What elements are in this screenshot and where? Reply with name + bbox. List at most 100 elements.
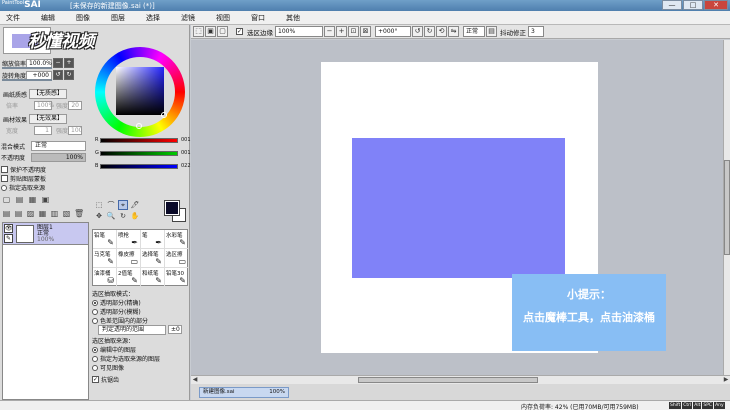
new-folder-icon[interactable]: ▦ — [28, 195, 37, 205]
transfer-layer-icon[interactable]: ▤ — [14, 209, 23, 219]
edit-lock-icon[interactable]: ✎ — [4, 234, 13, 243]
rotate-right-button[interactable]: ↻ — [64, 70, 74, 80]
blend-mode-select[interactable]: 正常 — [31, 141, 86, 151]
saturation-value-square[interactable] — [116, 67, 167, 118]
blue-value[interactable]: 022 — [181, 163, 191, 169]
antialias-checkbox[interactable]: ✓ — [92, 376, 99, 383]
source-radio-visible[interactable] — [92, 364, 98, 371]
merge-layer-icon[interactable]: ▨ — [26, 209, 35, 219]
red-slider[interactable] — [100, 137, 178, 143]
effect-width-field[interactable]: 1 — [34, 126, 52, 135]
deselect-icon[interactable]: ⬚ — [193, 26, 204, 37]
menu-select[interactable]: 选择 — [146, 11, 160, 24]
range-field[interactable]: ±0 — [168, 325, 182, 334]
visibility-icon[interactable]: 👁 — [4, 224, 13, 233]
source-radio-editing[interactable] — [92, 346, 98, 353]
brush-pencil[interactable]: 铅笔 ✎ — [93, 230, 117, 249]
zoom-out-button[interactable]: − — [53, 58, 63, 68]
layer-item[interactable]: 👁 ✎ 图层1 正常 100% — [3, 223, 88, 245]
stabilizer-select[interactable]: 3 — [528, 26, 544, 37]
maximize-button[interactable]: □ — [683, 0, 703, 10]
invert-select-icon[interactable]: ▣ — [205, 26, 216, 37]
apply-mask-icon[interactable]: ▧ — [62, 209, 71, 219]
paper-scale-field[interactable]: 100% — [34, 101, 54, 110]
brush-pencil-30[interactable]: 铅笔30 ✎ — [165, 268, 189, 287]
paper-strength-field[interactable]: 20 — [68, 101, 82, 110]
protect-opacity-option[interactable]: 保护不透明度 — [1, 165, 46, 174]
clear-layer-icon[interactable]: ▦ — [38, 209, 47, 219]
antialias-option[interactable]: ✓ 抗锯齿 — [92, 375, 189, 384]
selection-edge-checkbox[interactable]: ✓ — [236, 28, 243, 35]
hand-icon[interactable]: ✋ — [130, 211, 140, 221]
delete-layer-icon[interactable]: 🗑 — [74, 209, 84, 219]
document-tab[interactable]: 新建图像.sai 100% — [199, 387, 289, 398]
zoom-in-button[interactable]: + — [64, 58, 74, 68]
rotate-reset-icon[interactable]: ⟲ — [436, 26, 447, 37]
vertical-scrollbar[interactable] — [723, 40, 730, 375]
horizontal-scrollbar[interactable]: ◀ ▶ — [191, 375, 730, 384]
zoom-fit-icon[interactable]: ⊡ — [348, 26, 359, 37]
show-selection-icon[interactable]: ▢ — [217, 26, 228, 37]
zoom-reset-icon[interactable]: ⊠ — [360, 26, 371, 37]
lasso-icon[interactable]: ⌒ — [106, 200, 116, 210]
scroll-right-icon[interactable]: ▶ — [722, 376, 730, 384]
zoom-slider[interactable] — [2, 67, 52, 69]
vertical-scroll-thumb[interactable] — [724, 160, 730, 255]
scroll-left-icon[interactable]: ◀ — [191, 376, 199, 384]
horizontal-scroll-thumb[interactable] — [358, 377, 538, 383]
zoom-out-icon[interactable]: − — [324, 26, 335, 37]
minimize-button[interactable]: — — [662, 0, 682, 10]
menu-layer[interactable]: 图层 — [111, 11, 125, 24]
mode-option-fuzzy[interactable]: 透明部分(模糊) — [92, 307, 189, 316]
source-option-editing[interactable]: 编辑中的图层 — [92, 345, 189, 354]
zoom-in-icon[interactable]: + — [336, 26, 347, 37]
source-option-designated[interactable]: 指定为选取来源的图层 — [92, 354, 189, 363]
blend-select[interactable]: 正常 — [463, 26, 485, 37]
brush-effect-select[interactable]: 【无效果】 — [29, 114, 68, 124]
clipping-mask-option[interactable]: 剪贴图层蒙板 — [1, 174, 46, 183]
menu-window[interactable]: 窗口 — [251, 11, 265, 24]
zoom-select[interactable]: 100% — [275, 26, 323, 37]
new-linework-layer-icon[interactable]: ▤ — [15, 195, 24, 205]
rotate-icon[interactable]: ↻ — [118, 211, 128, 221]
zoom-icon[interactable]: 🔍 — [106, 211, 116, 221]
red-value[interactable]: 001 — [181, 137, 191, 143]
foreground-color-swatch[interactable] — [164, 200, 180, 216]
close-button[interactable]: ✕ — [704, 0, 728, 10]
selection-source-option[interactable]: 指定选取来源 — [1, 183, 46, 192]
protect-opacity-checkbox[interactable] — [1, 166, 8, 173]
rect-select-icon[interactable]: ⬚ — [94, 200, 104, 210]
mask-layer-icon[interactable]: ▥ — [50, 209, 59, 219]
menu-edit[interactable]: 编辑 — [41, 11, 55, 24]
selection-source-radio[interactable] — [1, 184, 7, 191]
source-radio-designated[interactable] — [92, 355, 98, 362]
copy-layer-icon[interactable]: ▤ — [2, 209, 11, 219]
brush-bucket[interactable]: 油漆桶 ⛁ — [93, 268, 117, 287]
green-slider[interactable] — [100, 150, 178, 156]
brush-binary[interactable]: 2值笔 ✎ — [117, 268, 141, 287]
menu-other[interactable]: 其他 — [286, 11, 300, 24]
source-option-visible[interactable]: 可见图像 — [92, 363, 189, 372]
blue-slider[interactable] — [100, 163, 178, 169]
rotate-left-icon[interactable]: ↺ — [412, 26, 423, 37]
mode-option-precise[interactable]: 透明部分(精确) — [92, 298, 189, 307]
green-value[interactable]: 001 — [181, 150, 191, 156]
brush-watercolor[interactable]: 水彩笔 ✎ — [165, 230, 189, 249]
menu-image[interactable]: 图像 — [76, 11, 90, 24]
menu-file[interactable]: 文件 — [6, 11, 20, 24]
move-icon[interactable]: ✥ — [94, 211, 104, 221]
color-picker-marker[interactable] — [161, 112, 167, 118]
menu-filter[interactable]: 滤镜 — [181, 11, 195, 24]
mode-radio-color-range[interactable] — [92, 317, 98, 324]
flip-icon[interactable]: ⇋ — [448, 26, 459, 37]
brush-airbrush[interactable]: 喷枪 ✒ — [117, 230, 141, 249]
rotate-slider[interactable] — [2, 79, 52, 81]
brush-select-pen[interactable]: 选择笔 ✎ — [141, 249, 165, 268]
rotate-left-button[interactable]: ↺ — [53, 70, 63, 80]
rotate-right-icon[interactable]: ↻ — [424, 26, 435, 37]
effect-strength-field[interactable]: 100 — [68, 126, 82, 135]
magic-wand-icon[interactable]: ⌖ — [118, 200, 128, 210]
rotate-select[interactable]: +000° — [375, 26, 411, 37]
brush-select-eraser[interactable]: 选区擦 ▭ — [165, 249, 189, 268]
brush-pen[interactable]: 笔 ✒ — [141, 230, 165, 249]
